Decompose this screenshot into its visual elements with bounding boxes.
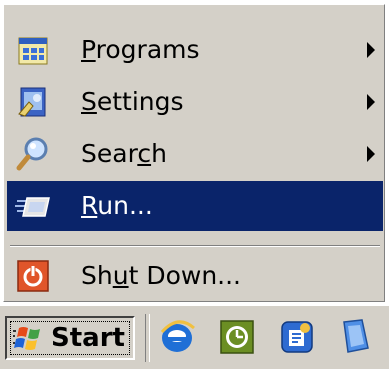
start-button[interactable]: Start: [5, 316, 135, 360]
taskbar: Start: [0, 304, 389, 369]
screen: Programs Settings Search Run... Shut Dow…: [0, 0, 389, 369]
blue-app-icon[interactable]: [278, 318, 316, 356]
run-icon: [15, 197, 50, 217]
start-menu: Programs Settings Search Run... Shut Dow…: [3, 4, 385, 302]
menu-item-run[interactable]: Run...: [7, 181, 383, 231]
submenu-arrow-icon: [367, 42, 375, 58]
menu-item-programs[interactable]: Programs: [7, 25, 383, 75]
submenu-arrow-icon: [367, 146, 375, 162]
search-icon: [16, 137, 48, 171]
blue-document-icon[interactable]: [336, 318, 374, 356]
menu-item-settings[interactable]: Settings: [7, 77, 383, 127]
menu-item-label: Run...: [81, 191, 153, 220]
programs-icon: [18, 37, 48, 65]
quick-launch-divider: [145, 314, 150, 362]
menu-item-label: Shut Down...: [81, 261, 242, 290]
menu-item-shut-down[interactable]: Shut Down...: [7, 251, 383, 301]
menu-item-search[interactable]: Search: [7, 129, 383, 179]
menu-item-label: Settings: [81, 87, 184, 116]
menu-item-label: Search: [81, 139, 167, 168]
internet-explorer-icon[interactable]: [158, 318, 196, 356]
shut-down-icon: [17, 260, 49, 292]
green-clock-icon[interactable]: [218, 318, 256, 356]
submenu-arrow-icon: [367, 94, 375, 110]
start-label: Start: [51, 323, 125, 353]
settings-icon: [18, 87, 46, 117]
menu-item-label: Programs: [81, 35, 200, 64]
windows-logo-icon: [13, 327, 40, 350]
menu-separator: [10, 245, 380, 247]
